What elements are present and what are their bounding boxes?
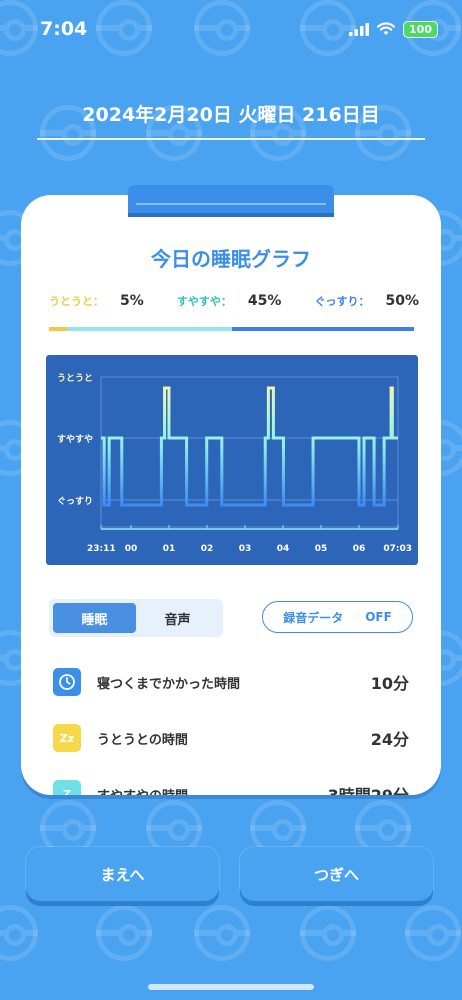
signal-icon xyxy=(349,22,370,36)
home-indicator[interactable] xyxy=(148,984,314,990)
stat-value: 24分 xyxy=(370,730,409,749)
ratio-value: 5% xyxy=(120,293,144,309)
x-tick-label: 05 xyxy=(315,544,328,554)
clock-icon xyxy=(53,668,81,696)
card-title: 今日の睡眠グラフ xyxy=(151,247,311,271)
ratio-bar-segment xyxy=(231,327,414,331)
wifi-icon xyxy=(377,22,395,35)
stat-label: うとうとの時間 xyxy=(97,732,188,748)
ratio-label: ぐっすり： xyxy=(314,295,370,308)
recording-data-button[interactable]: 録音データ OFF xyxy=(262,601,413,633)
sleep-chart: うとうとすやすやぐっすり 23:11 00 01 02 03 04 05 06 07:03 xyxy=(46,355,418,565)
x-tick-label: 06 xyxy=(353,544,366,554)
ratio-bar xyxy=(49,327,414,331)
ratio-utouto: うとうと： 5% xyxy=(49,293,144,309)
stat-row: Z すやすやの時間 3時間29分 xyxy=(53,779,409,795)
status-icons: 100 xyxy=(349,20,438,38)
x-tick-label: 23:11 xyxy=(87,544,116,554)
level-label: ぐっすり xyxy=(57,496,93,507)
status-bar: 7:04 100 xyxy=(0,0,462,58)
icon-glyph: Z xyxy=(63,787,71,796)
toggle-sleep[interactable]: 睡眠 xyxy=(53,603,136,633)
x-tick-label: 03 xyxy=(239,544,252,554)
x-tick-label: 04 xyxy=(277,544,290,554)
date-title: 2024年2月20日 火曜日 216日目 xyxy=(82,104,380,126)
level-label: うとうと xyxy=(57,373,93,384)
prev-button[interactable]: まえへ xyxy=(26,847,219,901)
recording-label: 録音データ xyxy=(283,610,344,625)
icon-glyph: Zz xyxy=(59,731,75,745)
stat-label: 寝つくまでかかった時間 xyxy=(97,676,241,692)
ratio-gussuri: ぐっすり： 50% xyxy=(314,293,419,309)
level-label: すやすや xyxy=(57,434,93,445)
x-tick-label: 07:03 xyxy=(383,544,412,554)
ratio-value: 45% xyxy=(247,293,282,309)
recording-state: OFF xyxy=(365,610,392,624)
next-button[interactable]: つぎへ xyxy=(240,847,433,901)
status-time: 7:04 xyxy=(40,18,88,40)
battery-indicator: 100 xyxy=(403,20,438,38)
sleep-graph-card: 今日の睡眠グラフ うとうと： 5% すやすや： 45% ぐっすり： 50% うと… xyxy=(21,195,441,795)
divider xyxy=(37,138,425,140)
stat-label: すやすやの時間 xyxy=(97,785,328,796)
card-tab xyxy=(128,185,334,217)
stat-row: Zz うとうとの時間 24分 xyxy=(53,723,409,753)
ratio-bar-segment xyxy=(49,327,68,331)
stat-row: 寝つくまでかかった時間 10分 xyxy=(53,667,409,697)
sleep-step-line xyxy=(101,386,398,507)
ratio-bar-segment xyxy=(67,327,232,331)
x-tick-label: 01 xyxy=(163,544,176,554)
x-tick-label: 02 xyxy=(201,544,214,554)
x-tick-label: 00 xyxy=(125,544,138,554)
zzz-icon: Z xyxy=(53,780,81,795)
ratio-value: 50% xyxy=(385,293,419,309)
toggle-sound[interactable]: 音声 xyxy=(136,603,219,633)
zzz-icon: Zz xyxy=(53,724,81,752)
stat-value: 3時間29分 xyxy=(328,782,409,795)
ratio-label: すやすや： xyxy=(176,295,232,308)
stat-value: 10分 xyxy=(370,674,409,693)
ratio-label: うとうと： xyxy=(49,295,104,308)
mode-toggle: 睡眠 音声 xyxy=(49,599,223,637)
sleep-ratio-row: うとうと： 5% すやすや： 45% ぐっすり： 50% xyxy=(49,293,419,309)
ratio-suyasuya: すやすや： 45% xyxy=(177,293,282,309)
